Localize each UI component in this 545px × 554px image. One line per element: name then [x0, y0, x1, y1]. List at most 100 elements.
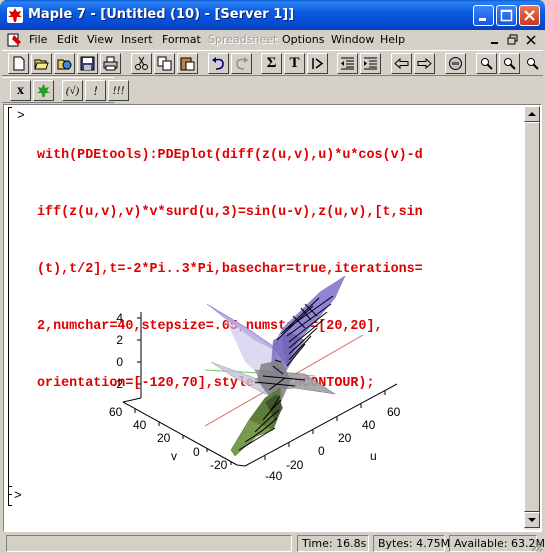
menu-insert[interactable]: Insert [121, 33, 153, 46]
new-button[interactable] [8, 53, 29, 74]
forward-button[interactable] [414, 53, 435, 74]
cut-button[interactable] [131, 53, 152, 74]
menu-file[interactable]: File [29, 33, 47, 46]
new-file-icon [13, 56, 25, 71]
u-tick-label: 0 [318, 444, 325, 458]
copy-icon [157, 56, 172, 71]
u-axis-label: u [370, 449, 377, 463]
stop-circle-icon [449, 57, 462, 70]
status-bar: Time: 16.8s Bytes: 4.75M Available: 63.2… [0, 532, 545, 554]
arrow-left-icon [394, 57, 409, 70]
open-url-button[interactable] [54, 53, 75, 74]
close-button[interactable] [519, 5, 540, 26]
open-button[interactable] [31, 53, 52, 74]
insert-text-button[interactable]: T [284, 53, 305, 74]
execute-button[interactable]: ! [85, 80, 106, 101]
z-tick-label: 0 [116, 355, 123, 369]
u-tick-label: 60 [387, 405, 401, 419]
maple-leaf-icon [37, 84, 50, 97]
menu-window[interactable]: Window [331, 33, 374, 46]
zoom-dropdown-button[interactable] [522, 53, 543, 74]
group-bracket[interactable] [8, 107, 12, 495]
v-tick-label: 20 [157, 431, 171, 445]
stop-button[interactable] [445, 53, 466, 74]
v-tick-label: 40 [133, 418, 147, 432]
insert-math-button[interactable]: Σ [261, 53, 282, 74]
outdent-icon [341, 57, 354, 70]
magnifier-icon [481, 58, 493, 70]
worksheet[interactable]: > with(PDEtools):PDEplot(diff(z(u,v),u)*… [5, 106, 525, 530]
maximize-button[interactable] [496, 5, 517, 26]
scroll-up-button[interactable] [524, 106, 540, 122]
open-url-icon [57, 59, 72, 70]
v-tick-label: 0 [193, 445, 200, 459]
redo-button[interactable] [231, 53, 252, 74]
arrow-right-icon [417, 57, 432, 70]
maple-leaf-icon[interactable] [7, 7, 23, 23]
menu-options[interactable]: Options [282, 33, 324, 46]
mdi-restore-button[interactable] [506, 33, 520, 50]
command-line: with(PDEtools):PDEplot(diff(z(u,v),u)*u*… [37, 148, 423, 163]
resize-grip-icon[interactable] [531, 540, 543, 552]
u-tick-label: 20 [338, 431, 352, 445]
scroll-thumb[interactable] [524, 122, 540, 512]
execute-all-button[interactable]: !!! [108, 80, 129, 101]
minimize-button[interactable] [473, 5, 494, 26]
v-axis-label: v [171, 449, 177, 463]
zoom-in-button[interactable] [476, 53, 497, 74]
status-bytes: Bytes: 4.75M [373, 535, 450, 552]
evaluate-button[interactable]: (√) [62, 80, 83, 101]
context-toolbar: x (√) ! !!! [2, 77, 129, 103]
copy-button[interactable] [154, 53, 175, 74]
insert-prompt-button[interactable] [307, 53, 328, 74]
undo-button[interactable] [208, 53, 229, 74]
worksheet-frame: > with(PDEtools):PDEplot(diff(z(u,v),u)*… [3, 104, 542, 532]
outdent-button[interactable] [337, 53, 358, 74]
menu-edit[interactable]: Edit [57, 33, 78, 46]
menu-bar: File Edit View Insert Format Spreadsheet… [0, 30, 545, 50]
document-icon[interactable] [7, 33, 23, 47]
indent-icon [364, 57, 377, 70]
scroll-down-button[interactable] [524, 512, 540, 528]
v-tick-label: -20 [210, 458, 228, 472]
mdi-close-button[interactable] [524, 33, 538, 50]
plot-surface [206, 275, 346, 457]
pde-plot[interactable]: 4 2 0 -2 60 40 20 0 -20 v 60 40 20 0 -20… [105, 270, 425, 480]
menu-help[interactable]: Help [380, 33, 405, 46]
zoom-out-button[interactable] [499, 53, 520, 74]
vertical-scrollbar[interactable] [524, 106, 540, 530]
z-tick-label: 2 [116, 333, 123, 347]
scissors-icon [135, 56, 148, 70]
magnifier-icon [527, 58, 539, 70]
status-message [6, 535, 292, 552]
back-button[interactable] [391, 53, 412, 74]
menu-spreadsheet[interactable]: Spreadsheet [208, 33, 277, 46]
v-tick-label: 60 [109, 405, 123, 419]
maple-input-button[interactable] [33, 80, 54, 101]
title-bar: Maple 7 - [Untitled (10) - [Server 1]] [0, 0, 545, 30]
save-disk-icon [80, 56, 95, 71]
menu-view[interactable]: View [87, 33, 113, 46]
magnifier-icon [504, 58, 516, 70]
open-folder-icon [34, 59, 49, 70]
redo-icon [236, 57, 248, 70]
empty-group-bracket[interactable] [8, 486, 12, 506]
indent-button[interactable] [360, 53, 381, 74]
input-prompt: > [17, 108, 25, 123]
empty-input-prompt[interactable]: > [14, 488, 22, 503]
u-tick-label: -20 [286, 458, 304, 472]
save-button[interactable] [77, 53, 98, 74]
mdi-minimize-button[interactable] [488, 33, 502, 50]
status-available: Available: 63.2M [449, 535, 545, 552]
menu-format[interactable]: Format [162, 33, 201, 46]
u-tick-label: 40 [362, 418, 376, 432]
u-tick-label: -40 [265, 469, 283, 480]
text-mode-button[interactable]: x [10, 80, 31, 101]
window-title: Maple 7 - [Untitled (10) - [Server 1]] [28, 7, 295, 22]
clipboard-icon [180, 57, 195, 71]
undo-icon [212, 57, 224, 70]
status-time: Time: 16.8s [297, 535, 369, 552]
print-button[interactable] [100, 53, 121, 74]
paste-button[interactable] [177, 53, 198, 74]
main-toolbar: Σ T [2, 50, 543, 76]
